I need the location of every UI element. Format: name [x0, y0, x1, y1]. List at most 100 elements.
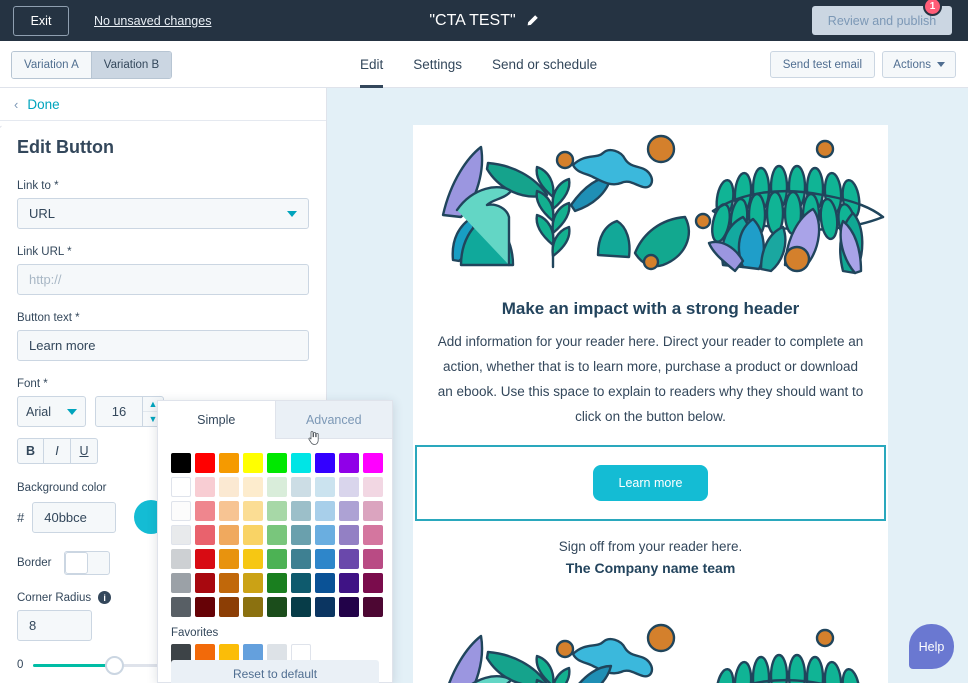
background-hex-input[interactable]: 40bbce: [32, 501, 117, 533]
color-swatch[interactable]: [195, 573, 215, 593]
color-picker-tab-advanced[interactable]: Advanced: [274, 401, 392, 439]
color-swatch[interactable]: [195, 525, 215, 545]
link-to-select[interactable]: URL: [17, 198, 309, 229]
color-swatch[interactable]: [291, 453, 311, 473]
app-root: Exit No unsaved changes "CTA TEST" Revie…: [0, 0, 968, 683]
color-swatch[interactable]: [315, 501, 335, 521]
color-swatch[interactable]: [219, 549, 239, 569]
color-swatch[interactable]: [195, 501, 215, 521]
color-swatch[interactable]: [267, 573, 287, 593]
done-link[interactable]: Done: [27, 97, 59, 112]
button-text-input[interactable]: Learn more: [17, 330, 309, 361]
color-swatch[interactable]: [291, 477, 311, 497]
color-swatch[interactable]: [339, 573, 359, 593]
color-swatch[interactable]: [243, 453, 263, 473]
color-swatch[interactable]: [171, 573, 191, 593]
color-swatch[interactable]: [339, 525, 359, 545]
italic-button[interactable]: I: [44, 438, 71, 464]
color-swatch[interactable]: [219, 501, 239, 521]
bold-button[interactable]: B: [17, 438, 44, 464]
color-swatch[interactable]: [171, 477, 191, 497]
color-swatch[interactable]: [243, 573, 263, 593]
color-swatch[interactable]: [291, 501, 311, 521]
color-swatch[interactable]: [315, 453, 335, 473]
color-swatch[interactable]: [195, 597, 215, 617]
info-icon[interactable]: i: [98, 591, 112, 604]
color-swatch[interactable]: [291, 525, 311, 545]
color-swatch[interactable]: [195, 477, 215, 497]
border-toggle[interactable]: [63, 551, 110, 575]
underline-button[interactable]: U: [71, 438, 98, 464]
color-swatch[interactable]: [243, 597, 263, 617]
tab-settings[interactable]: Settings: [413, 41, 462, 88]
color-swatch[interactable]: [171, 525, 191, 545]
reset-to-default-button[interactable]: Reset to default: [171, 660, 379, 683]
color-swatch[interactable]: [363, 573, 383, 593]
color-swatch[interactable]: [291, 573, 311, 593]
color-swatch[interactable]: [243, 477, 263, 497]
color-swatch[interactable]: [339, 597, 359, 617]
color-swatch[interactable]: [291, 549, 311, 569]
pencil-icon[interactable]: [525, 14, 539, 28]
variation-b-button[interactable]: Variation B: [90, 52, 172, 78]
color-swatch[interactable]: [315, 477, 335, 497]
review-and-publish-button[interactable]: Review and publish 1: [812, 0, 952, 35]
color-swatch[interactable]: [267, 525, 287, 545]
color-swatch[interactable]: [363, 597, 383, 617]
exit-button[interactable]: Exit: [13, 5, 69, 36]
tab-edit[interactable]: Edit: [360, 41, 384, 88]
corner-radius-input[interactable]: 8: [17, 610, 92, 641]
email-canvas: Make an impact with a strong header Add …: [327, 88, 968, 683]
color-swatch[interactable]: [219, 525, 239, 545]
color-swatch[interactable]: [315, 549, 335, 569]
hex-hash-prefix: #: [17, 509, 25, 525]
color-swatch[interactable]: [219, 477, 239, 497]
color-swatch[interactable]: [219, 453, 239, 473]
unsaved-changes-link[interactable]: No unsaved changes: [94, 14, 211, 28]
color-swatch[interactable]: [267, 597, 287, 617]
color-swatch[interactable]: [267, 477, 287, 497]
color-swatch[interactable]: [171, 549, 191, 569]
color-swatch[interactable]: [339, 549, 359, 569]
tab-send-or-schedule[interactable]: Send or schedule: [492, 41, 597, 88]
color-swatch[interactable]: [267, 549, 287, 569]
variation-a-button[interactable]: Variation A: [12, 52, 91, 78]
font-family-select[interactable]: Arial: [17, 396, 86, 427]
cta-module-selected[interactable]: Learn more: [415, 445, 886, 521]
font-size-stepper[interactable]: 16 ▲ ▼: [95, 396, 164, 427]
color-swatch[interactable]: [171, 453, 191, 473]
color-swatch[interactable]: [315, 573, 335, 593]
color-swatch[interactable]: [219, 597, 239, 617]
color-swatch[interactable]: [267, 453, 287, 473]
color-swatch[interactable]: [243, 525, 263, 545]
help-button[interactable]: Help: [909, 624, 954, 669]
send-test-email-button[interactable]: Send test email: [769, 51, 875, 78]
color-swatch[interactable]: [243, 549, 263, 569]
color-swatch[interactable]: [267, 501, 287, 521]
color-swatch[interactable]: [363, 477, 383, 497]
slider-handle[interactable]: [105, 655, 125, 675]
color-swatch[interactable]: [171, 597, 191, 617]
color-swatch[interactable]: [339, 453, 359, 473]
color-swatch[interactable]: [171, 501, 191, 521]
color-swatch[interactable]: [363, 549, 383, 569]
color-swatch[interactable]: [315, 525, 335, 545]
color-swatch[interactable]: [339, 501, 359, 521]
color-swatch[interactable]: [339, 477, 359, 497]
color-swatch[interactable]: [363, 453, 383, 473]
color-swatch[interactable]: [315, 597, 335, 617]
color-swatch[interactable]: [195, 453, 215, 473]
cta-learn-more-button[interactable]: Learn more: [592, 465, 709, 501]
color-picker-tab-simple[interactable]: Simple: [158, 401, 275, 439]
color-swatch[interactable]: [195, 549, 215, 569]
link-url-placeholder: http://: [29, 272, 62, 287]
variation-toggle-group: Variation A Variation B: [11, 51, 173, 79]
notification-badge: 1: [923, 0, 942, 16]
color-swatch[interactable]: [243, 501, 263, 521]
color-swatch[interactable]: [363, 525, 383, 545]
color-swatch[interactable]: [363, 501, 383, 521]
actions-button[interactable]: Actions: [882, 51, 956, 78]
link-url-input[interactable]: http://: [17, 264, 309, 295]
color-swatch[interactable]: [219, 573, 239, 593]
color-swatch[interactable]: [291, 597, 311, 617]
